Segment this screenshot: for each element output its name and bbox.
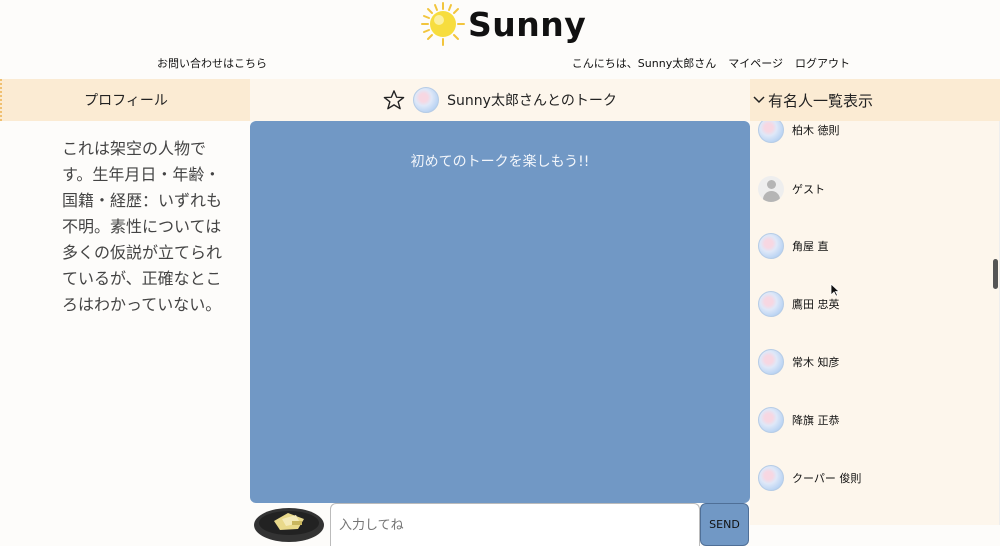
celebrity-avatar <box>758 407 784 433</box>
profile-description: これは架空の人物です。生年月日・年齢・国籍・経歴：いずれも不明。素性については多… <box>62 139 223 314</box>
star-icon[interactable] <box>383 89 405 111</box>
celebrity-name: 降旗 正恭 <box>792 414 840 427</box>
send-button[interactable]: SEND <box>700 503 749 546</box>
celebrity-list-scrollbar[interactable] <box>993 259 998 289</box>
stamp-icon[interactable] <box>252 503 326 545</box>
talk-header: Sunny太郎さんとのトーク <box>250 79 750 121</box>
celebrity-list-title: 有名人一覧表示 <box>768 91 874 110</box>
app-root: Sunny お問い合わせはこちら こんにちは、Sunny太郎さん マイページ ロ… <box>0 0 1000 546</box>
sun-icon <box>421 2 465 46</box>
celebrity-name: 常木 知彦 <box>792 356 840 369</box>
celebrity-item[interactable]: クーパー 俊則 <box>758 465 861 491</box>
celebrity-name: ゲスト <box>792 183 825 196</box>
send-label: SEND <box>709 518 740 531</box>
celebrity-item[interactable]: 常木 知彦 <box>758 349 840 375</box>
talk-hint: 初めてのトークを楽しもう!! <box>410 154 590 170</box>
mypage-link[interactable]: マイページ <box>728 55 783 71</box>
talk-title: Sunny太郎さんとのトーク <box>447 93 617 109</box>
celebrity-list[interactable]: 柏木 徳則 ゲスト 角屋 直 鷹田 忠英 常木 知彦 降旗 正恭 クーパー 俊則 <box>750 121 1000 525</box>
celebrity-item[interactable]: 鷹田 忠英 <box>758 291 840 317</box>
celebrity-item[interactable]: ゲスト <box>758 176 825 202</box>
sunny-logo[interactable]: Sunny <box>420 0 586 48</box>
celebrity-item[interactable]: 角屋 直 <box>758 233 829 259</box>
profile-header: プロフィール <box>0 79 250 121</box>
celebrity-avatar <box>758 121 784 143</box>
top-nav: こんにちは、Sunny太郎さん マイページ ログアウト <box>572 55 850 71</box>
celebrity-item[interactable]: 柏木 徳則 <box>758 121 840 143</box>
chevron-down-icon <box>753 96 765 104</box>
logo-text: Sunny <box>468 4 587 44</box>
celebrity-list-toggle[interactable]: 有名人一覧表示 <box>750 79 1000 121</box>
celebrity-name: 鷹田 忠英 <box>792 298 840 311</box>
celebrity-avatar <box>758 233 784 259</box>
talk-partner-avatar <box>413 87 440 113</box>
mouse-cursor-icon <box>830 283 840 297</box>
contact-link[interactable]: お問い合わせはこちら <box>157 55 267 71</box>
guest-avatar-icon <box>758 176 784 202</box>
celebrity-name: 角屋 直 <box>792 240 829 253</box>
celebrity-avatar <box>758 291 784 317</box>
logout-link[interactable]: ログアウト <box>795 55 850 71</box>
celebrity-name: クーパー 俊則 <box>792 472 862 485</box>
message-input[interactable] <box>330 503 700 546</box>
celebrity-avatar <box>758 465 784 491</box>
celebrity-name: 柏木 徳則 <box>792 124 840 137</box>
greeting-text: こんにちは、Sunny太郎さん <box>571 57 717 70</box>
talk-area: 初めてのトークを楽しもう!! <box>250 121 750 503</box>
celebrity-avatar <box>758 349 784 375</box>
profile-title: プロフィール <box>84 93 168 109</box>
celebrity-item[interactable]: 降旗 正恭 <box>758 407 840 433</box>
